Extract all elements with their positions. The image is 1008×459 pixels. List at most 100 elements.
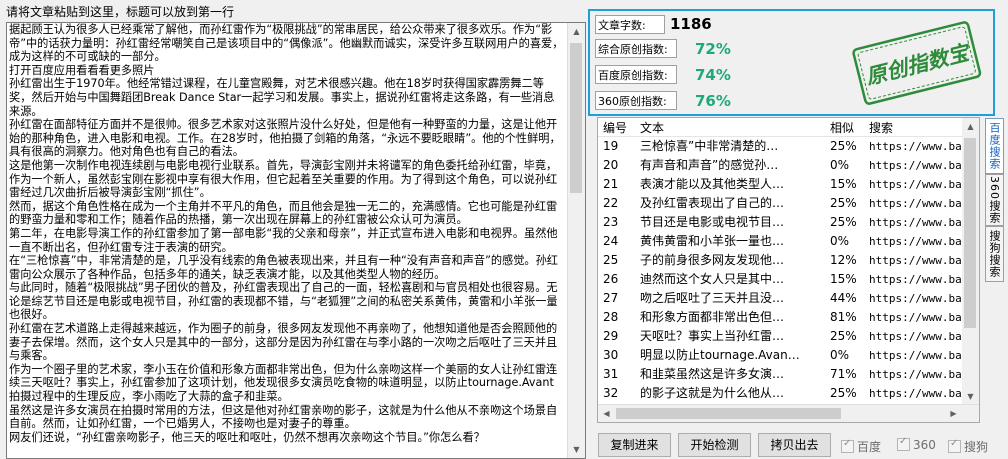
- row-number: 29: [603, 329, 619, 343]
- row-search-url[interactable]: https://www.ba:: [869, 270, 968, 289]
- row-search-url[interactable]: https://www.ba:: [869, 365, 968, 384]
- start-check-button[interactable]: 开始检测: [678, 433, 751, 457]
- tab-baidu-search[interactable]: 百度搜索: [985, 118, 1004, 174]
- row-search-url[interactable]: https://www.ba:: [869, 289, 968, 308]
- row-number: 30: [603, 348, 619, 362]
- tab-sogou-search[interactable]: 搜狗搜索: [985, 226, 1004, 282]
- row-text: 表演才能以及其他类型人…: [640, 177, 785, 191]
- original-index-stamp-logo: 原创指数宝: [852, 21, 982, 105]
- 360-checkbox-label: 360: [913, 438, 936, 452]
- table-row[interactable]: 31 和韭菜虽然这是许多女演… 71% https://www.ba:: [598, 365, 979, 384]
- 360-checkbox[interactable]: 360: [897, 436, 936, 452]
- table-row[interactable]: 26 迪然而这个女人只是其中… 15% https://www.ba:: [598, 270, 979, 289]
- row-similarity: 44%: [830, 291, 857, 305]
- col-sim-header[interactable]: 相似: [830, 119, 854, 136]
- scroll-thumb[interactable]: [570, 43, 582, 193]
- table-body: 19 三枪惊喜”中非常清楚的… 25% https://www.ba: 20 有声音和声音…: [598, 137, 979, 422]
- baidu-checkbox[interactable]: 百度: [841, 438, 881, 455]
- row-number: 32: [603, 386, 619, 400]
- table-row[interactable]: 29 天呕吐？事实上当孙红雷… 25% https://www.ba:: [598, 327, 979, 346]
- baidu-checkbox-label: 百度: [857, 440, 882, 454]
- word-count-value: 1186: [670, 15, 712, 33]
- editor-scrollbar[interactable]: ▲ ▼: [567, 23, 585, 458]
- row-similarity: 0%: [830, 158, 850, 172]
- scroll-down-icon[interactable]: ▼: [962, 388, 979, 405]
- checkbox-check-icon[interactable]: [897, 436, 910, 451]
- article-text[interactable]: 据起顾王认为很多人已经乘常了解他，而孙红雷作为“极限挑战”的常串居民，给公众带来…: [9, 23, 565, 455]
- table-hscroll[interactable]: ◀ ▶: [598, 404, 979, 422]
- row-search-url[interactable]: https://www.ba:: [869, 327, 968, 346]
- copy-in-button[interactable]: 复制进来: [598, 433, 671, 457]
- row-similarity: 25%: [830, 196, 857, 210]
- col-no-header[interactable]: 编号: [603, 119, 627, 136]
- row-similarity: 71%: [830, 367, 857, 381]
- row-search-url[interactable]: https://www.ba:: [869, 137, 968, 156]
- col-text-header[interactable]: 文本: [640, 119, 664, 136]
- scroll-up-icon[interactable]: ▲: [962, 118, 979, 135]
- row-text: 天呕吐？事实上当孙红雷…: [640, 329, 785, 343]
- row-search-url[interactable]: https://www.ba:: [869, 384, 968, 403]
- table-row[interactable]: 24 黄伟黄雷和小羊张一量也… 0% https://www.ba:: [598, 232, 979, 251]
- row-text: 及孙红雷表现出了自己的…: [640, 196, 785, 210]
- row-text: 吻之后呕吐了三天并且没…: [640, 291, 785, 305]
- table-row[interactable]: 23 节目还是电影或电视节目… 25% https://www.ba:: [598, 213, 979, 232]
- row-text: 子的前身很多网友发现他…: [640, 253, 785, 267]
- copy-out-button[interactable]: 拷贝出去: [758, 433, 831, 457]
- row-search-url[interactable]: https://www.ba:: [869, 194, 968, 213]
- row-search-url[interactable]: https://www.ba:: [869, 232, 968, 251]
- checkbox-check-icon[interactable]: [948, 438, 961, 453]
- row-search-url[interactable]: https://www.ba:: [869, 308, 968, 327]
- row-text: 和形象方面都非常出色但…: [640, 310, 785, 324]
- 360-original-value: 76%: [695, 92, 731, 110]
- table-vscroll[interactable]: ▲ ▼: [962, 118, 979, 405]
- row-number: 25: [603, 253, 619, 267]
- table-header: 编号 文本 相似 搜索: [598, 118, 979, 137]
- checkbox-check-icon[interactable]: [841, 438, 854, 453]
- row-similarity: 25%: [830, 215, 857, 229]
- table-row[interactable]: 21 表演才能以及其他类型人… 15% https://www.ba:: [598, 175, 979, 194]
- row-text: 的影子这就是为什么他从…: [640, 386, 785, 400]
- baidu-original-value: 74%: [695, 66, 731, 84]
- table-row[interactable]: 27 吻之后呕吐了三天并且没… 44% https://www.ba:: [598, 289, 979, 308]
- table-row[interactable]: 22 及孙红雷表现出了自己的… 25% https://www.ba:: [598, 194, 979, 213]
- scroll-thumb[interactable]: [964, 138, 976, 328]
- row-number: 22: [603, 196, 619, 210]
- editor-title: 请将文章粘贴到这里，标题可以放到第一行: [6, 5, 235, 19]
- row-text: 节目还是电影或电视节目…: [640, 215, 785, 229]
- sogou-checkbox-label: 搜狗: [964, 440, 989, 454]
- sogou-checkbox[interactable]: 搜狗: [948, 438, 988, 455]
- result-table[interactable]: 编号 文本 相似 搜索 19 三枪惊喜”中非常清楚的… 25% https://www…: [597, 117, 980, 423]
- row-text: 和韭菜虽然这是许多女演…: [640, 367, 785, 381]
- row-text: 黄伟黄雷和小羊张一量也…: [640, 234, 785, 248]
- scroll-right-icon[interactable]: ▶: [945, 405, 962, 422]
- scroll-down-icon[interactable]: ▼: [568, 441, 585, 458]
- overall-original-label: 综合原创指数:: [595, 39, 677, 58]
- row-search-url[interactable]: https://www.ba:: [869, 156, 968, 175]
- scroll-thumb[interactable]: [616, 408, 841, 419]
- row-search-url[interactable]: https://www.ba:: [869, 175, 968, 194]
- row-search-url[interactable]: https://www.ba:: [869, 213, 968, 232]
- row-similarity: 15%: [830, 272, 857, 286]
- scroll-up-icon[interactable]: ▲: [568, 23, 585, 40]
- stats-panel: 文章字数: 1186 综合原创指数: 72% 百度原创指数: 74% 360原创…: [588, 9, 995, 116]
- row-number: 19: [603, 139, 619, 153]
- table-row[interactable]: 32 的影子这就是为什么他从… 25% https://www.ba:: [598, 384, 979, 403]
- table-row[interactable]: 30 明显以防止tournage.Avan… 0% https://www.ba:: [598, 346, 979, 365]
- row-similarity: 0%: [830, 234, 850, 248]
- row-similarity: 12%: [830, 253, 857, 267]
- row-number: 28: [603, 310, 619, 324]
- table-row[interactable]: 25 子的前身很多网友发现他… 12% https://www.ba:: [598, 251, 979, 270]
- row-search-url[interactable]: https://www.ba:: [869, 251, 968, 270]
- table-row[interactable]: 20 有声音和声音”的感觉孙… 0% https://www.ba:: [598, 156, 979, 175]
- table-row[interactable]: 19 三枪惊喜”中非常清楚的… 25% https://www.ba:: [598, 137, 979, 156]
- table-row[interactable]: 28 和形象方面都非常出色但… 81% https://www.ba:: [598, 308, 979, 327]
- row-text: 明显以防止tournage.Avan…: [640, 348, 800, 362]
- row-number: 26: [603, 272, 619, 286]
- col-search-header[interactable]: 搜索: [869, 119, 893, 136]
- row-similarity: 25%: [830, 329, 857, 343]
- article-editor[interactable]: 据起顾王认为很多人已经乘常了解他，而孙红雷作为“极限挑战”的常串居民，给公众带来…: [6, 22, 586, 459]
- row-search-url[interactable]: https://www.ba:: [869, 346, 968, 365]
- scroll-left-icon[interactable]: ◀: [598, 405, 615, 422]
- tab-360-search[interactable]: 360搜索: [985, 174, 1004, 226]
- overall-original-value: 72%: [695, 40, 731, 58]
